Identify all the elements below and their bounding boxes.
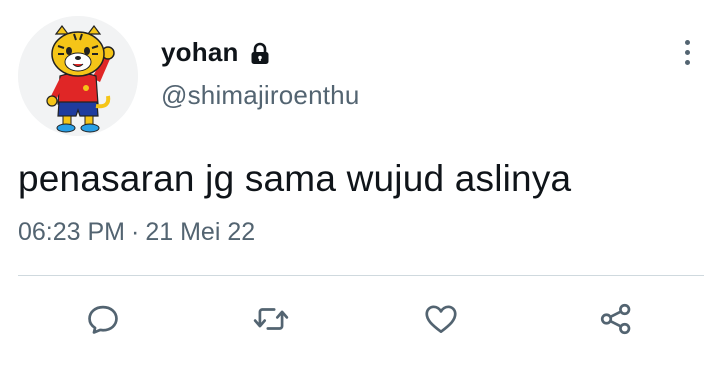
- like-button[interactable]: [418, 296, 464, 342]
- author-name-row[interactable]: yohan: [161, 34, 271, 70]
- retweet-button[interactable]: [248, 296, 294, 342]
- reply-icon: [88, 305, 118, 334]
- tweet-text: penasaran jg sama wujud aslinya: [18, 158, 572, 199]
- share-icon: [600, 303, 631, 335]
- author-display-name[interactable]: yohan: [161, 37, 239, 68]
- more-options-button[interactable]: [672, 34, 702, 70]
- meta-separator: ·: [131, 218, 140, 246]
- tweet-date: 21 Mei 22: [145, 218, 256, 246]
- lock-icon: [249, 42, 271, 66]
- tweet-timestamp[interactable]: 06:23 PM · 21 Mei 22: [18, 218, 255, 247]
- avatar[interactable]: [18, 16, 138, 136]
- tweet-time: 06:23 PM: [18, 218, 126, 246]
- more-dot-icon: [684, 49, 690, 55]
- tweet-action-bar: [0, 296, 720, 346]
- author-handle[interactable]: @shimajiroenthu: [161, 80, 359, 111]
- divider: [18, 275, 704, 276]
- retweet-icon: [253, 308, 289, 330]
- heart-icon: [425, 305, 457, 334]
- reply-button[interactable]: [80, 296, 126, 342]
- tiger-mascot-image: [18, 16, 138, 136]
- more-dot-icon: [684, 59, 690, 65]
- more-dot-icon: [684, 39, 690, 45]
- share-button[interactable]: [593, 296, 639, 342]
